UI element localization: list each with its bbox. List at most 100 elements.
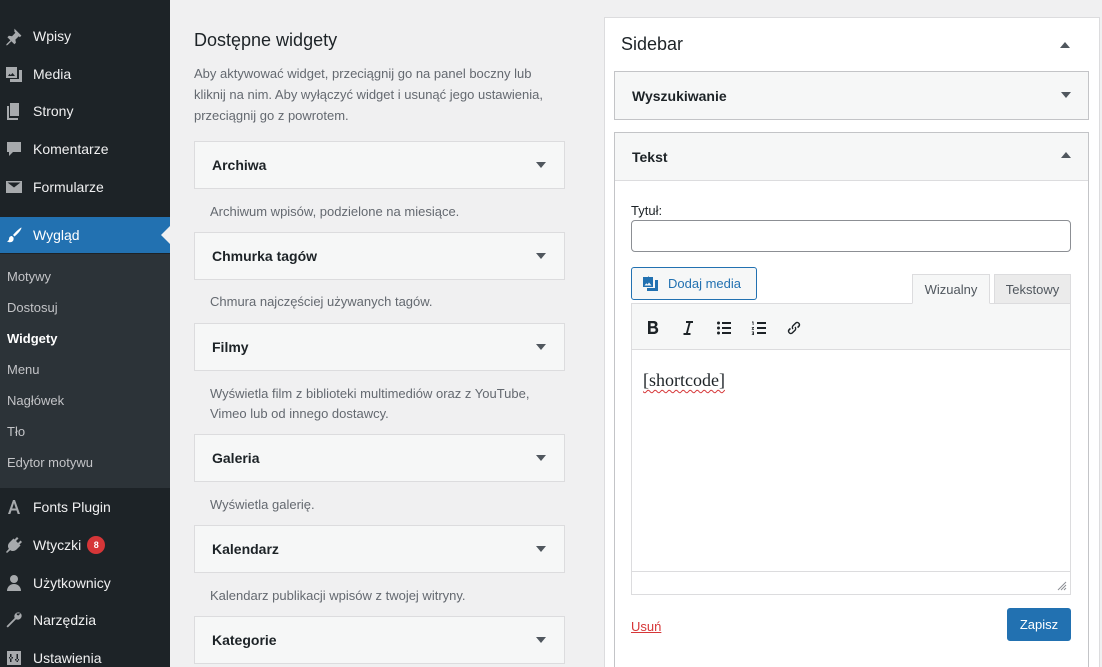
title-input[interactable]	[631, 220, 1071, 252]
menu-item-posts[interactable]: Wpisy	[0, 17, 170, 55]
submenu-item-menus[interactable]: Menu	[7, 360, 40, 380]
menu-item-label: Strony	[33, 103, 74, 119]
widget-title: Chmurka tagów	[212, 248, 318, 264]
submenu-item-background[interactable]: Tło	[7, 422, 25, 442]
menu-item-media[interactable]: Media	[0, 55, 170, 93]
available-widgets-description: Aby aktywować widget, przeciągnij go na …	[194, 66, 544, 123]
widget-title: Kategorie	[212, 632, 277, 648]
media-icon	[4, 64, 24, 84]
italic-button[interactable]	[677, 317, 699, 339]
numbered-list-button[interactable]	[748, 317, 770, 339]
menu-item-pages[interactable]: Strony	[0, 92, 170, 130]
menu-item-label: Narzędzia	[33, 612, 97, 628]
menu-item-label: Media	[33, 66, 72, 82]
menu-item-label: Formularze	[33, 179, 104, 195]
widget-title[interactable]: Tekst	[632, 149, 668, 165]
widget-title: Filmy	[212, 339, 249, 355]
widget-video[interactable]: Filmy	[194, 323, 565, 371]
chevron-down-icon[interactable]	[1061, 92, 1071, 98]
menu-item-tools[interactable]: Narzędzia	[0, 601, 170, 639]
widget-gallery[interactable]: Galeria	[194, 434, 565, 482]
media-icon	[643, 276, 658, 291]
bold-button[interactable]	[642, 317, 664, 339]
menu-item-label: Komentarze	[33, 141, 109, 157]
plugin-icon	[4, 535, 24, 555]
chevron-down-icon[interactable]	[536, 162, 546, 168]
sidebar-title[interactable]: Sidebar	[621, 34, 683, 55]
tab-text[interactable]: Tekstowy	[994, 274, 1071, 304]
menu-item-label: Ustawienia	[33, 650, 102, 666]
submenu-item-widgets[interactable]: Widgety	[7, 329, 57, 349]
editor-content-area[interactable]: [shortcode]	[632, 350, 1070, 570]
admin-sidebar: Wpisy Media Strony Komentarze Formularze…	[0, 0, 170, 667]
widget-categories[interactable]: Kategorie	[194, 616, 565, 664]
appearance-submenu: Motywy Dostosuj Widgety Menu Nagłówek Tł…	[0, 254, 170, 488]
menu-item-fonts-plugin[interactable]: Fonts Plugin	[0, 488, 170, 526]
widget-description: Kalendarz publikacji wpisów z twojej wit…	[210, 588, 466, 603]
text-widget-body: Tytuł: Dodaj media Wizualny Tekstowy [sh…	[615, 180, 1088, 667]
menu-item-comments[interactable]: Komentarze	[0, 130, 170, 168]
chevron-down-icon[interactable]	[536, 455, 546, 461]
chevron-up-icon[interactable]	[1060, 42, 1070, 48]
resize-handle-icon[interactable]	[1057, 581, 1067, 591]
font-icon	[4, 497, 24, 517]
menu-item-label: Wpisy	[33, 28, 72, 44]
submenu-item-header[interactable]: Nagłówek	[7, 391, 64, 411]
numbered-list-icon	[751, 321, 766, 335]
sidebar-widget-text: Tekst Tytuł: Dodaj media Wizualny Teksto…	[614, 132, 1089, 667]
sidebar-widget-area: Sidebar Wyszukiwanie Tekst Tytuł: Dodaj …	[604, 17, 1100, 667]
add-media-label: Dodaj media	[668, 276, 741, 291]
editor-content-text: [shortcode]	[643, 370, 725, 390]
link-icon	[787, 321, 801, 335]
wrench-icon	[4, 610, 24, 630]
menu-item-plugins[interactable]: Wtyczki 8	[0, 526, 170, 564]
bulleted-list-button[interactable]	[713, 317, 735, 339]
rich-text-editor: [shortcode]	[631, 303, 1071, 595]
available-widgets-title: Dostępne widgety	[194, 30, 338, 50]
chevron-down-icon[interactable]	[536, 637, 546, 643]
menu-item-label: Wtyczki	[33, 537, 82, 553]
chevron-down-icon[interactable]	[536, 344, 546, 350]
comments-icon	[4, 139, 24, 159]
delete-link[interactable]: Usuń	[631, 619, 661, 634]
settings-icon	[4, 648, 24, 667]
menu-item-label: Użytkownicy	[33, 575, 111, 591]
menu-item-settings[interactable]: Ustawienia	[0, 639, 170, 667]
bold-icon	[648, 321, 659, 334]
chevron-down-icon[interactable]	[536, 546, 546, 552]
submenu-item-theme-editor[interactable]: Edytor motywu	[7, 453, 93, 473]
italic-icon	[683, 321, 693, 335]
menu-item-label: Wygląd	[33, 227, 80, 243]
save-button[interactable]: Zapisz	[1007, 608, 1071, 641]
chevron-down-icon[interactable]	[536, 253, 546, 259]
submenu-item-themes[interactable]: Motywy	[7, 267, 51, 287]
editor-toolbar	[632, 304, 1070, 350]
sidebar-widget-search[interactable]: Wyszukiwanie	[614, 71, 1089, 120]
envelope-icon	[4, 177, 24, 197]
update-count-badge: 8	[87, 536, 106, 554]
widget-tag-cloud[interactable]: Chmurka tagów	[194, 232, 565, 280]
widget-calendar[interactable]: Kalendarz	[194, 525, 565, 573]
title-label: Tytuł:	[631, 203, 663, 218]
widget-description: Wyświetla film z biblioteki multimediów …	[210, 386, 530, 421]
insert-link-button[interactable]	[783, 317, 805, 339]
editor-statusbar	[632, 571, 1070, 594]
widget-title: Kalendarz	[212, 541, 279, 557]
widget-title: Galeria	[212, 450, 260, 466]
widget-description: Archiwum wpisów, podzielone na miesiące.	[210, 204, 460, 219]
widget-description: Wyświetla galerię.	[210, 497, 315, 512]
submenu-item-customize[interactable]: Dostosuj	[7, 298, 58, 318]
widget-title: Archiwa	[212, 157, 267, 173]
widget-archives[interactable]: Archiwa	[194, 141, 565, 189]
widget-description: Chmura najczęściej używanych tagów.	[210, 294, 433, 309]
menu-item-label: Fonts Plugin	[33, 499, 111, 515]
menu-item-forms[interactable]: Formularze	[0, 168, 170, 206]
add-media-button[interactable]: Dodaj media	[631, 267, 757, 300]
brush-icon	[4, 225, 24, 245]
bulleted-list-icon	[717, 321, 731, 335]
chevron-up-icon[interactable]	[1061, 152, 1071, 158]
menu-item-appearance[interactable]: Wygląd	[0, 217, 170, 253]
menu-item-users[interactable]: Użytkownicy	[0, 564, 170, 602]
tab-visual[interactable]: Wizualny	[912, 274, 990, 304]
pin-icon	[4, 26, 24, 46]
